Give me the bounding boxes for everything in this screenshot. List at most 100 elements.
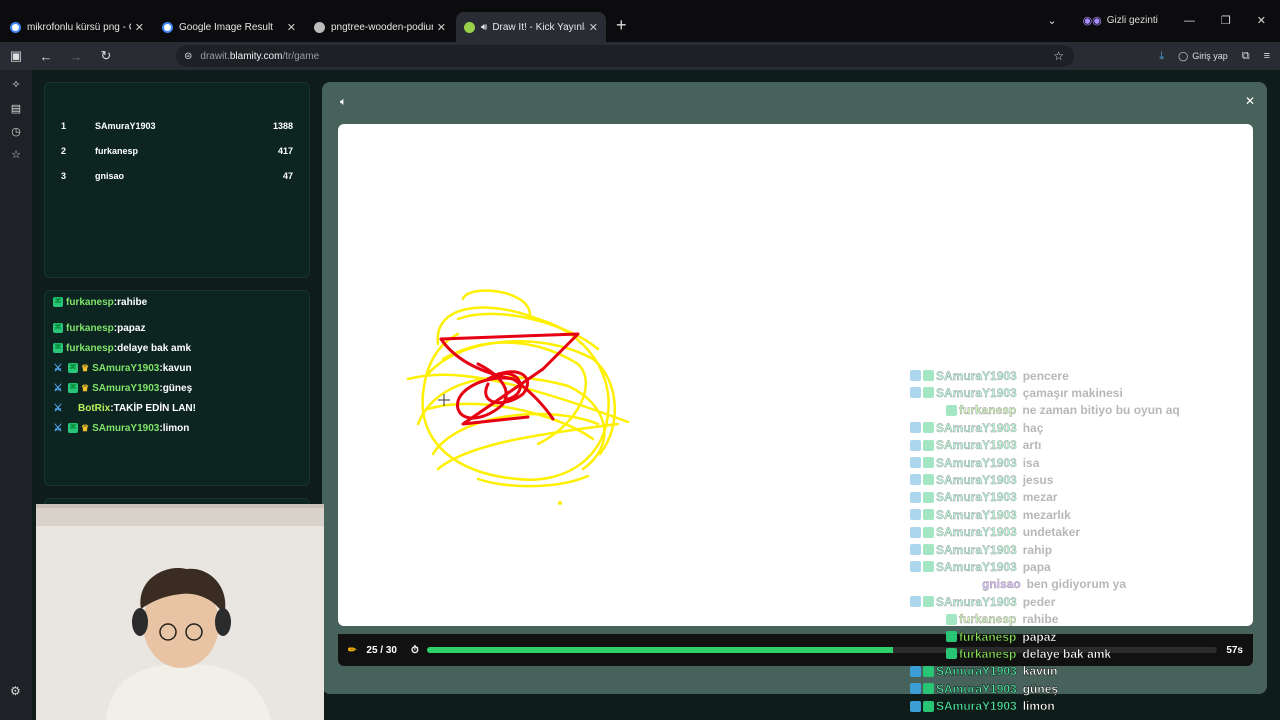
tab-title: Google Image Result [179, 21, 273, 33]
leaderboard-row: 2 furkanesp 417 [61, 144, 293, 158]
site-info-icon[interactable]: ⊜ [184, 51, 192, 62]
tab-close-icon[interactable]: ✕ [437, 21, 446, 34]
leaderboard-row: 1 SAmuraY1903 1388 [61, 119, 293, 133]
webcam-feed [36, 504, 324, 720]
drawit-icon [464, 21, 475, 33]
chat-message: ⚔ BotRix: TAKİP EDİN LAN! [53, 401, 196, 415]
url-host: blamity.com [229, 50, 283, 62]
subscriber-badge-icon: ⌘ [53, 343, 63, 353]
browser-toolbar: ▣ ← → ↻ ⊜ drawit. blamity.com/tr/game ☆ ⤓… [0, 42, 1280, 70]
ai-sparkle-icon[interactable]: ✧ [0, 78, 32, 91]
leaderboard-name: gnisao [95, 171, 125, 181]
browser-tab[interactable]: mikrofonlu kürsü png - Google ✕ [2, 12, 152, 42]
leaderboard-name: furkanesp [95, 146, 139, 156]
chat-username: furkanesp [66, 342, 114, 354]
moderator-sword-icon: ⚔ [53, 402, 63, 414]
forward-arrow-icon[interactable]: → [64, 49, 88, 64]
tab-close-icon[interactable]: ✕ [589, 21, 598, 34]
browser-tab[interactable]: 🔊︎ Draw It! - Kick Yayınları İçin ✕ [456, 12, 606, 42]
account-icon: ◯ [1178, 50, 1189, 61]
reading-list-icon[interactable]: ▤ [0, 102, 32, 115]
leaderboard-rank: 3 [61, 171, 67, 181]
toolbar-right: ⤓ ◯ Giriş yap ⧉ ≡ [1159, 50, 1270, 63]
reload-icon[interactable]: ↻ [94, 48, 118, 64]
chat-message: ⌘ furkanesp: rahibe [53, 295, 147, 309]
history-icon[interactable]: ◷ [0, 125, 32, 138]
leaderboard-name: SAmuraY1903 [95, 121, 156, 131]
volume-icon[interactable]: 🔈︎ [340, 96, 347, 109]
chat-panel: ⌘ furkanesp: rahibe ⌘ furkanesp: papaz ⌘ furkan… [44, 290, 310, 486]
google-icon [10, 21, 21, 33]
crown-icon: ♛ [81, 362, 90, 373]
download-icon[interactable]: ⤓ [1159, 50, 1164, 63]
leaderboard-panel: 1 SAmuraY1903 1388 2 furkanesp 417 3 gnisao 47 [44, 82, 310, 278]
tab-close-icon[interactable]: ✕ [135, 21, 144, 34]
subscriber-badge-icon: ⌘ [68, 363, 78, 373]
leaderboard-score: 1388 [272, 121, 293, 131]
login-button[interactable]: ◯ Giriş yap [1178, 51, 1228, 62]
subscriber-badge-icon: ⌘ [53, 323, 63, 333]
round-status-bar: ✏ 25 / 30 ⏱ 57s [338, 634, 1253, 666]
time-progress-bar [426, 647, 1217, 653]
menu-icon[interactable]: ≡ [1264, 50, 1270, 62]
drawing-canvas[interactable] [338, 124, 1253, 626]
login-label: Giriş yap [1192, 51, 1228, 61]
subscriber-badge-icon: ⌘ [68, 383, 78, 393]
minimize-icon[interactable]: — [1184, 15, 1195, 27]
chat-text: rahibe [117, 296, 148, 308]
generic-icon [314, 21, 325, 33]
tab-close-icon[interactable]: ✕ [287, 21, 296, 34]
subscriber-badge-icon: ⌘ [53, 297, 63, 307]
crown-icon: ♛ [81, 382, 90, 393]
leaderboard-rank: 1 [61, 121, 67, 131]
restore-icon[interactable]: ❐ [1221, 14, 1231, 27]
leaderboard-score: 47 [282, 171, 293, 181]
tab-audio-icon[interactable]: 🔊︎ [481, 22, 487, 33]
chat-text: limon [162, 422, 190, 434]
moderator-sword-icon: ⚔ [53, 422, 63, 434]
leaderboard-row: 3 gnisao 47 [61, 169, 293, 183]
incognito-indicator[interactable]: ◉◉ Gizli gezinti [1083, 14, 1158, 27]
browser-tab[interactable]: Google Image Result ✕ [154, 12, 304, 42]
google-icon [162, 21, 173, 33]
time-progress-fill [426, 647, 893, 653]
chat-message: ⚔ ⌘ ♛ SAmuraY1903: kavun [53, 361, 192, 375]
settings-gear-icon[interactable]: ⚙ [10, 684, 21, 698]
tab-title: Draw It! - Kick Yayınları İçin [492, 21, 585, 33]
tab-strip: mikrofonlu kürsü png - Google✕Google Ima… [0, 0, 1280, 42]
close-game-icon[interactable]: ✕ [1245, 94, 1255, 108]
chat-username: SAmuraY1903 [92, 362, 160, 374]
chat-message: ⌘ furkanesp: delaye bak amk [53, 341, 191, 355]
bookmarks-icon[interactable]: ☆ [0, 148, 32, 161]
bookmark-star-icon[interactable]: ☆ [1053, 49, 1064, 63]
extensions-icon[interactable]: ⧉ [1242, 50, 1250, 63]
back-arrow-icon[interactable]: ← [34, 49, 58, 64]
tabs-container: mikrofonlu kürsü png - Google✕Google Ima… [0, 12, 606, 42]
crown-icon: ♛ [81, 422, 90, 433]
browser-side-rail: ✧ ▤ ◷ ☆ [0, 70, 32, 720]
window-close-icon[interactable]: ✕ [1257, 14, 1266, 27]
browser-tab[interactable]: pngtree-wooden-podium-with-rain ✕ [306, 12, 454, 42]
tab-list-chevron-icon[interactable]: ⌄ [1047, 14, 1056, 27]
round-counter: 25 / 30 [366, 644, 397, 656]
chat-username: furkanesp [66, 322, 114, 334]
chat-username: SAmuraY1903 [92, 422, 160, 434]
chat-username: furkanesp [66, 296, 114, 308]
chat-message: ⌘ furkanesp: papaz [53, 321, 145, 335]
chat-message: ⚔ ⌘ ♛ SAmuraY1903: limon [53, 421, 190, 435]
moderator-sword-icon: ⚔ [53, 362, 63, 374]
leaderboard-rank: 2 [61, 146, 67, 156]
url-path: /tr/game [282, 50, 320, 62]
subscriber-badge-icon: ⌘ [68, 423, 78, 433]
new-tab-icon[interactable]: + [616, 15, 627, 36]
incognito-icon: ◉◉ [1082, 15, 1102, 27]
incognito-label: Gizli gezinti [1106, 15, 1158, 26]
chat-text: papaz [117, 322, 146, 334]
time-left: 57s [1226, 644, 1243, 656]
address-bar[interactable]: ⊜ drawit. blamity.com/tr/game ☆ [176, 45, 1074, 67]
leaderboard-score: 417 [277, 146, 293, 156]
chat-text: kavun [162, 362, 192, 374]
tab-title: pngtree-wooden-podium-with-rain [331, 21, 433, 33]
sidebar-toggle-icon[interactable]: ▣ [4, 48, 28, 64]
